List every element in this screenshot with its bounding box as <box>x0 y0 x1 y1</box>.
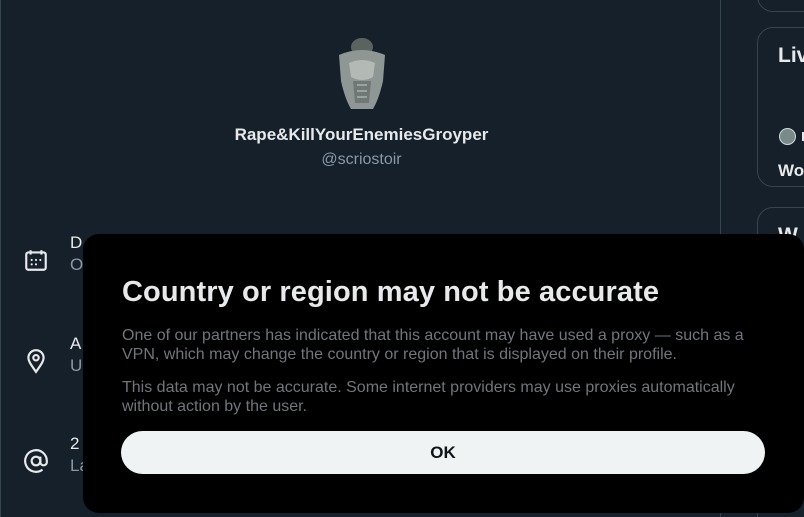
dialog-title: Country or region may not be accurate <box>122 276 660 308</box>
ok-button[interactable]: OK <box>121 431 765 474</box>
region-accuracy-dialog: Country or region may not be accurate On… <box>83 234 804 513</box>
dialog-paragraph-disclaimer: This data may not be accurate. Some inte… <box>122 379 735 415</box>
dialog-paragraph-proxy: One of our partners has indicated that t… <box>122 327 744 363</box>
modal-backdrop: Country or region may not be accurate On… <box>0 0 804 517</box>
